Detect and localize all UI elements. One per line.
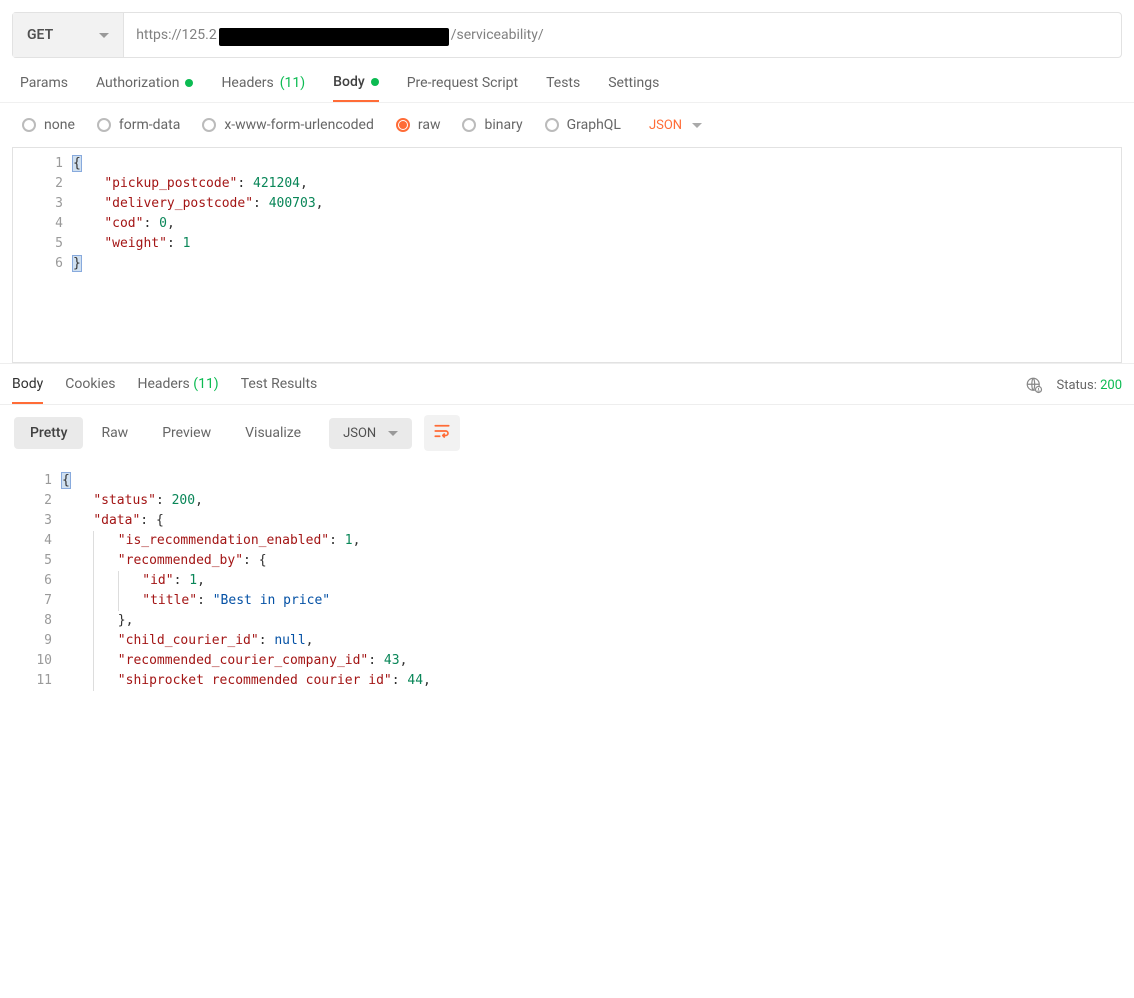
response-tab-cookies[interactable]: Cookies [65,376,115,404]
status-dot-icon [185,79,193,87]
http-method-label: GET [27,27,53,43]
request-bar: GET https://125.2/serviceability/ [12,12,1122,58]
tab-settings[interactable]: Settings [608,74,659,102]
code-content[interactable]: { "pickup_postcode": 421204, "delivery_p… [73,148,1121,362]
response-tab-body[interactable]: Body [12,376,43,404]
http-method-select[interactable]: GET [13,13,124,57]
body-format-select[interactable]: JSON [649,118,702,133]
tab-authorization[interactable]: Authorization [96,74,193,102]
request-body-editor[interactable]: 123456 { "pickup_postcode": 421204, "del… [12,147,1122,363]
radio-raw[interactable]: raw [396,117,441,133]
url-prefix: https://125.2 [136,27,217,43]
view-visualize-button[interactable]: Visualize [229,417,317,449]
tab-body[interactable]: Body [333,74,379,102]
view-preview-button[interactable]: Preview [146,417,227,449]
view-pretty-button[interactable]: Pretty [14,417,83,449]
wrap-lines-button[interactable] [424,415,460,451]
status-dot-icon [371,78,379,86]
radio-none[interactable]: none [22,117,75,133]
tab-params[interactable]: Params [20,74,68,102]
radio-graphql[interactable]: GraphQL [545,117,621,133]
tab-prerequest[interactable]: Pre-request Script [407,74,518,102]
response-body-viewer[interactable]: 1234567891011 { "status": 200, "data": {… [0,461,1134,697]
request-tabs: Params Authorization Headers (11) Body P… [0,58,1134,103]
tab-tests[interactable]: Tests [546,74,580,102]
chevron-down-icon [388,431,398,436]
body-type-row: none form-data x-www-form-urlencoded raw… [0,103,1134,147]
response-tab-test-results[interactable]: Test Results [241,376,318,404]
response-tab-headers[interactable]: Headers (11) [137,376,218,404]
radio-form-data[interactable]: form-data [97,117,180,133]
radio-urlencoded[interactable]: x-www-form-urlencoded [202,117,374,133]
url-suffix: /serviceability/ [451,27,544,43]
line-gutter: 1234567891011 [12,465,62,697]
response-status: Status: 200 [1025,376,1122,404]
view-raw-button[interactable]: Raw [85,417,144,449]
wrap-icon [433,422,451,440]
redacted-segment [219,28,449,46]
response-tabs: Body Cookies Headers (11) Test Results S… [0,363,1134,405]
url-input[interactable]: https://125.2/serviceability/ [124,13,1121,57]
response-toolbar: Pretty Raw Preview Visualize JSON [0,405,1134,461]
tab-headers[interactable]: Headers (11) [221,74,305,102]
chevron-down-icon [692,123,702,128]
code-content: { "status": 200, "data": { "is_recommend… [62,465,1122,697]
radio-binary[interactable]: binary [462,117,522,133]
response-format-select[interactable]: JSON [329,418,412,449]
line-gutter: 123456 [13,148,73,362]
globe-icon[interactable] [1025,376,1043,394]
chevron-down-icon [99,33,109,38]
